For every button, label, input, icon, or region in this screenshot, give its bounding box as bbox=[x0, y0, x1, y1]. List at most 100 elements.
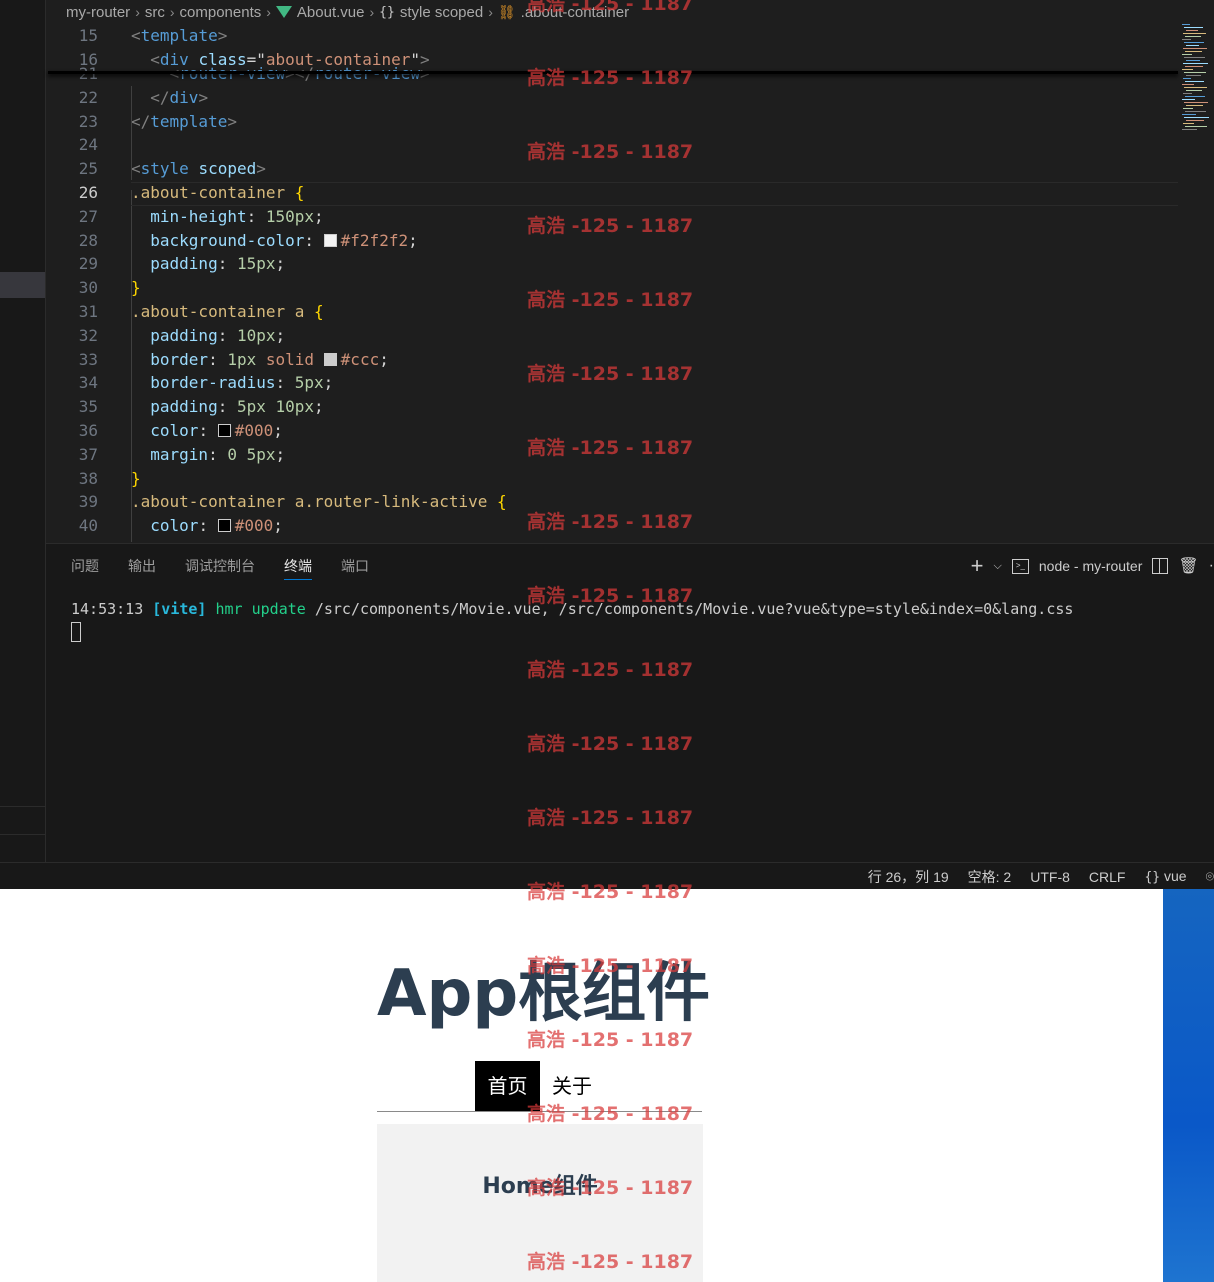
breadcrumb-section[interactable]: style scoped bbox=[400, 4, 483, 21]
breadcrumb-file[interactable]: About.vue bbox=[297, 4, 365, 21]
sidebar-selected-item[interactable] bbox=[0, 272, 45, 298]
code-token: .about-container a.router-link-active bbox=[131, 492, 498, 512]
code-line[interactable]: 39 .about-container a.router-link-active … bbox=[48, 490, 1178, 514]
panel-tab[interactable]: 问题 bbox=[71, 554, 99, 580]
code-line[interactable]: 33 border: 1px solid #ccc; bbox=[48, 348, 1178, 372]
code-line[interactable]: 15 <template> bbox=[48, 24, 1178, 48]
code-token: : bbox=[217, 325, 237, 345]
code-text: color: #000; bbox=[131, 514, 283, 538]
line-number: 29 bbox=[78, 254, 98, 274]
code-text: } bbox=[131, 276, 141, 300]
breadcrumb-symbol[interactable]: .about-container bbox=[521, 4, 629, 21]
color-swatch[interactable] bbox=[217, 424, 231, 437]
color-swatch[interactable] bbox=[323, 352, 337, 366]
vue-file-icon bbox=[275, 6, 292, 18]
code-token: : bbox=[198, 516, 218, 536]
code-line[interactable]: 23 </template> bbox=[48, 110, 1178, 134]
minimap-line bbox=[1186, 105, 1203, 106]
status-indentation[interactable]: 空格: 2 bbox=[968, 867, 1012, 887]
code-line[interactable]: 34 border-radius: 5px; bbox=[48, 371, 1178, 395]
code-line[interactable]: 32 padding: 10px; bbox=[48, 324, 1178, 348]
code-text: .about-container a { bbox=[131, 300, 324, 324]
code-line[interactable]: 40 color: #000; bbox=[48, 514, 1178, 538]
broadcast-icon[interactable]: ⌾ bbox=[1206, 868, 1214, 885]
add-terminal-icon[interactable]: + bbox=[971, 555, 984, 577]
line-number: 39 bbox=[78, 492, 98, 512]
minimap-line bbox=[1184, 27, 1203, 28]
code-line[interactable]: 28 background-color: #f2f2f2; bbox=[48, 229, 1178, 253]
status-bar: 行 26，列 19 空格: 2 UTF-8 CRLF {} vue ⌾ bbox=[0, 862, 1214, 889]
minimap-line bbox=[1184, 42, 1204, 43]
status-encoding[interactable]: UTF-8 bbox=[1030, 869, 1070, 885]
code-token: > bbox=[198, 87, 209, 107]
code-token: : bbox=[198, 421, 218, 440]
status-language[interactable]: {} vue bbox=[1144, 868, 1186, 885]
minimap-line bbox=[1182, 24, 1190, 25]
code-line[interactable]: 24 bbox=[48, 133, 1178, 157]
terminal-cursor bbox=[71, 622, 81, 642]
code-line[interactable]: 35 padding: 5px 10px; bbox=[48, 395, 1178, 419]
code-text: <style scoped> bbox=[131, 157, 266, 181]
line-number: 32 bbox=[78, 325, 98, 345]
line-number: 35 bbox=[78, 397, 98, 417]
code-token: #000 bbox=[234, 516, 274, 536]
code-token: 0 5px bbox=[227, 444, 276, 464]
code-line[interactable]: 25 <style scoped> bbox=[48, 157, 1178, 181]
breadcrumb-components[interactable]: components bbox=[180, 4, 262, 21]
code-token: { bbox=[497, 492, 507, 512]
code-token: < bbox=[131, 26, 141, 45]
code-line[interactable]: 29 padding: 15px; bbox=[48, 252, 1178, 276]
color-swatch[interactable] bbox=[323, 233, 337, 247]
line-number: 15 bbox=[78, 26, 98, 45]
breadcrumb-src[interactable]: src bbox=[145, 4, 165, 21]
bottom-panel: 问题 输出 调试控制台 终端 端口 + ⌵ >_ node - my-router 🗑 … bbox=[46, 543, 1214, 863]
code-text: margin: 0 5px; bbox=[131, 443, 285, 467]
code-token: : bbox=[304, 230, 324, 250]
panel-tab[interactable]: 输出 bbox=[128, 554, 156, 580]
code-text: padding: 10px; bbox=[131, 324, 285, 348]
minimap-line bbox=[1184, 102, 1208, 103]
code-line[interactable]: 22 </div> bbox=[48, 86, 1178, 110]
code-line[interactable]: 27 min-height: 150px; bbox=[48, 205, 1178, 229]
code-token: div bbox=[169, 87, 199, 107]
panel-tab[interactable]: 调试控制台 bbox=[185, 554, 255, 580]
code-line[interactable]: 30} bbox=[48, 276, 1178, 300]
panel-tab[interactable]: 终端 bbox=[284, 554, 312, 580]
minimap-line bbox=[1183, 78, 1191, 79]
minimap-line bbox=[1185, 126, 1207, 127]
code-token: 5px 10px bbox=[236, 397, 315, 417]
code-line[interactable]: 37 margin: 0 5px; bbox=[48, 443, 1178, 467]
code-token: ; bbox=[273, 516, 283, 536]
chevron-right-icon: › bbox=[266, 4, 271, 20]
code-editor[interactable]: 15 <template> 16 <div class="about-contain… bbox=[48, 24, 1178, 542]
minimap-line bbox=[1185, 81, 1204, 82]
color-swatch[interactable] bbox=[217, 519, 231, 533]
status-cursor-position[interactable]: 行 26，列 19 bbox=[868, 867, 949, 887]
breadcrumb: my-router › src › components › About.vue… bbox=[66, 0, 629, 24]
trash-icon[interactable]: 🗑 bbox=[1178, 556, 1198, 576]
code-token: 150px bbox=[265, 206, 315, 226]
code-line[interactable]: 36 color: #000; bbox=[48, 419, 1178, 443]
code-line[interactable]: 31 .about-container a { bbox=[48, 300, 1178, 324]
status-eol[interactable]: CRLF bbox=[1089, 869, 1126, 885]
more-icon[interactable]: · bbox=[1209, 557, 1214, 575]
code-line[interactable]: 38} bbox=[48, 467, 1178, 491]
chevron-down-icon[interactable]: ⌵ bbox=[994, 560, 1002, 573]
nav-link-about[interactable]: 关于 bbox=[552, 1061, 592, 1111]
code-line[interactable]: 21 <router-view></router-view> bbox=[48, 62, 1178, 86]
breadcrumb-root[interactable]: my-router bbox=[66, 4, 130, 21]
line-number: 27 bbox=[78, 206, 98, 226]
line-number: 36 bbox=[78, 421, 98, 440]
nav-link-home[interactable]: 首页 bbox=[475, 1061, 540, 1111]
split-terminal-icon[interactable] bbox=[1152, 558, 1169, 574]
code-text: border: 1px solid #ccc; bbox=[131, 348, 389, 372]
terminal-command: hmr update bbox=[215, 600, 306, 618]
sticky-scroll-shadow bbox=[48, 71, 1178, 74]
code-text: } bbox=[131, 467, 141, 491]
terminal-output[interactable]: 14:53:13 [vite] hmr update /src/componen… bbox=[71, 600, 1073, 618]
minimap-line bbox=[1184, 117, 1209, 118]
panel-tab[interactable]: 端口 bbox=[341, 554, 369, 580]
minimap[interactable] bbox=[1182, 24, 1212, 134]
terminal-name[interactable]: node - my-router bbox=[1039, 558, 1142, 574]
line-number: 25 bbox=[78, 159, 98, 179]
